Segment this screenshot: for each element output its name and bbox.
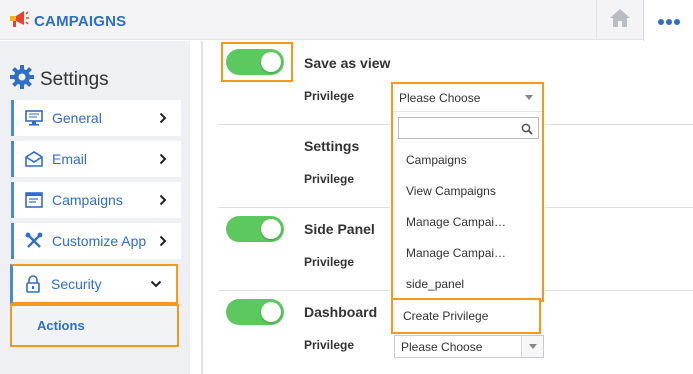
dropdown-option[interactable]: side_panel: [393, 269, 542, 299]
section-divider: [545, 207, 693, 208]
sidebar-item-label: Email: [52, 151, 88, 167]
list-window-icon: [24, 190, 44, 210]
option-label: Manage Campai…: [406, 246, 507, 260]
chevron-right-icon: [159, 112, 167, 124]
sidebar-item-label: Customize App: [52, 233, 147, 249]
create-privilege-button[interactable]: Create Privilege: [391, 298, 541, 334]
select-value: Please Choose: [399, 90, 481, 105]
option-label: side_panel: [406, 277, 465, 291]
option-label: Manage Campai…: [406, 215, 507, 229]
sidebar-item-email[interactable]: Email: [11, 141, 181, 177]
section-title: Dashboard: [304, 304, 378, 320]
caret-down-icon: [521, 336, 543, 357]
toggle-knob: [261, 219, 281, 239]
dashboard-toggle[interactable]: [226, 299, 284, 325]
privilege-label: Privilege: [304, 338, 355, 352]
toggle-knob: [261, 302, 281, 322]
lock-icon: [23, 274, 43, 294]
home-icon: [609, 8, 631, 33]
section-title: Side Panel: [304, 221, 375, 237]
section-divider: [218, 124, 390, 125]
settings-sidebar: Settings General Email Campaigns Customi…: [0, 41, 190, 374]
ellipsis-icon: [657, 12, 680, 30]
section-divider: [545, 124, 693, 125]
app-brand: CAMPAIGNS: [7, 8, 126, 35]
toggle-knob: [261, 52, 281, 72]
section-title: Settings: [304, 138, 360, 154]
app-title: CAMPAIGNS: [34, 13, 127, 30]
section-divider: [545, 290, 693, 291]
privilege-label: Privilege: [304, 172, 355, 186]
top-bar: CAMPAIGNS: [0, 0, 693, 41]
sidebar-item-label: Campaigns: [52, 192, 123, 208]
select-value: Please Choose: [401, 339, 483, 354]
sidebar-item-campaigns[interactable]: Campaigns: [11, 182, 181, 218]
create-privilege-label: Create Privilege: [403, 309, 489, 323]
dropdown-option[interactable]: Campaigns: [393, 145, 542, 175]
option-label: Campaigns: [406, 153, 467, 167]
dropdown-option[interactable]: Manage Campai…: [393, 207, 542, 237]
sidebar-divider: [201, 41, 203, 374]
sidebar-heading: Settings: [10, 65, 109, 94]
monitor-icon: [24, 108, 44, 128]
gear-icon: [10, 65, 34, 94]
privilege-label: Privilege: [304, 255, 355, 269]
dashboard-privilege-select[interactable]: Please Choose: [394, 335, 544, 358]
side-panel-toggle[interactable]: [226, 216, 284, 242]
more-options-button[interactable]: [643, 0, 693, 41]
privilege-label: Privilege: [304, 89, 355, 103]
privilege-select[interactable]: Please Choose: [393, 84, 542, 112]
sidebar-item-customize-app[interactable]: Customize App: [11, 223, 181, 259]
chevron-right-icon: [159, 235, 167, 247]
tools-icon: [24, 231, 44, 251]
chevron-down-icon: [150, 280, 162, 288]
section-title: Save as view: [304, 55, 391, 71]
envelope-icon: [24, 149, 44, 169]
sidebar-item-general[interactable]: General: [11, 100, 181, 136]
section-divider: [218, 207, 390, 208]
save-as-view-toggle[interactable]: [226, 49, 284, 75]
sidebar-subitem-label: Actions: [37, 318, 85, 333]
dropdown-option[interactable]: View Campaigns: [393, 176, 542, 206]
search-icon: [521, 122, 533, 140]
caret-down-icon: [518, 87, 540, 108]
dropdown-search-input[interactable]: [398, 117, 539, 139]
home-button[interactable]: [596, 0, 643, 40]
dropdown-option[interactable]: Manage Campai…: [393, 238, 542, 268]
sidebar-item-security[interactable]: Security: [10, 264, 178, 304]
sidebar-subitem-actions[interactable]: Actions: [10, 304, 179, 347]
section-divider: [218, 290, 390, 291]
megaphone-icon: [7, 8, 29, 35]
chevron-right-icon: [159, 194, 167, 206]
sidebar-title: Settings: [40, 68, 109, 90]
privilege-dropdown[interactable]: Please Choose Campaigns View Campaigns M…: [391, 82, 544, 302]
chevron-right-icon: [159, 153, 167, 165]
sidebar-item-label: General: [52, 110, 102, 126]
sidebar-item-label: Security: [51, 276, 102, 292]
option-label: View Campaigns: [406, 184, 496, 198]
